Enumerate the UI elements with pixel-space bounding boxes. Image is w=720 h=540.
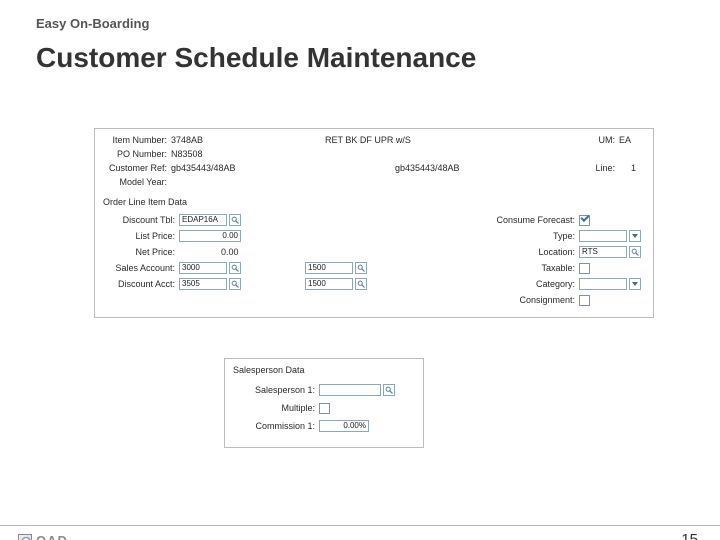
salesperson-panel: Salesperson Data Salesperson 1: Multiple… [224, 358, 424, 448]
category-input[interactable] [579, 278, 627, 290]
category-label: Category: [515, 279, 575, 289]
discount-acct-label: Discount Acct: [95, 279, 175, 289]
page-number: 15 [681, 531, 698, 540]
order-line-section-title: Order Line Item Data [103, 197, 187, 207]
consume-forecast-checkbox[interactable] [579, 215, 590, 226]
po-number-label: PO Number: [95, 149, 167, 159]
item-number-value: 3748AB [171, 135, 203, 145]
taxable-label: Taxable: [525, 263, 575, 273]
item-description: RET BK DF UPR w/S [325, 135, 411, 145]
sales-account-lookup-icon[interactable] [229, 262, 241, 274]
category-dropdown-icon[interactable] [629, 278, 641, 290]
taxable-checkbox[interactable] [579, 263, 590, 274]
salesperson-input[interactable] [319, 384, 381, 396]
footer: QAD 15 [0, 525, 720, 526]
um-label: UM: [575, 135, 615, 145]
type-label: Type: [525, 231, 575, 241]
discount-tbl-input[interactable]: EDAP16A [179, 214, 227, 226]
line-label: Line: [575, 163, 615, 173]
salesperson-lookup-icon[interactable] [383, 384, 395, 396]
type-dropdown-icon[interactable] [629, 230, 641, 242]
discount-acct-input-2[interactable]: 1500 [305, 278, 353, 290]
consume-forecast-label: Consume Forecast: [475, 215, 575, 225]
location-input[interactable]: RTS [579, 246, 627, 258]
qad-logo: QAD [18, 533, 68, 540]
sales-account-input[interactable]: 3000 [179, 262, 227, 274]
sales-account-input-2[interactable]: 1500 [305, 262, 353, 274]
list-price-label: List Price: [95, 231, 175, 241]
um-value: EA [619, 135, 631, 145]
multiple-checkbox[interactable] [319, 403, 330, 414]
location-label: Location: [515, 247, 575, 257]
location-lookup-icon[interactable] [629, 246, 641, 258]
discount-tbl-lookup-icon[interactable] [229, 214, 241, 226]
sales-account-label: Sales Account: [95, 263, 175, 273]
type-input[interactable] [579, 230, 627, 242]
net-price-value: 0.00 [221, 247, 239, 257]
salesperson-label: Salesperson 1: [225, 385, 315, 395]
po-number-value: N83508 [171, 149, 203, 159]
multiple-label: Multiple: [225, 403, 315, 413]
line-value: 1 [631, 163, 636, 173]
list-price-input[interactable]: 0.00 [179, 230, 241, 242]
customer-ref-value-2: gb435443/48AB [395, 163, 460, 173]
discount-acct-lookup-icon-2[interactable] [355, 278, 367, 290]
customer-ref-label: Customer Ref: [95, 163, 167, 173]
commission-label: Commission 1: [225, 421, 315, 431]
footer-divider [0, 525, 720, 526]
sales-account-lookup-icon-2[interactable] [355, 262, 367, 274]
qad-logo-text: QAD [36, 533, 68, 540]
qad-logo-icon [18, 534, 32, 540]
order-line-panel: Item Number: 3748AB RET BK DF UPR w/S UM… [94, 128, 654, 318]
net-price-label: Net Price: [95, 247, 175, 257]
consignment-checkbox[interactable] [579, 295, 590, 306]
discount-acct-lookup-icon[interactable] [229, 278, 241, 290]
item-number-label: Item Number: [95, 135, 167, 145]
consignment-label: Consignment: [505, 295, 575, 305]
slide-subtitle: Easy On-Boarding [36, 16, 149, 31]
salesperson-section-title: Salesperson Data [233, 365, 305, 375]
commission-input[interactable]: 0.00% [319, 420, 369, 432]
model-year-label: Model Year: [95, 177, 167, 187]
slide-title: Customer Schedule Maintenance [36, 42, 476, 74]
discount-acct-input[interactable]: 3505 [179, 278, 227, 290]
discount-tbl-label: Discount Tbl: [95, 215, 175, 225]
customer-ref-value-1: gb435443/48AB [171, 163, 236, 173]
